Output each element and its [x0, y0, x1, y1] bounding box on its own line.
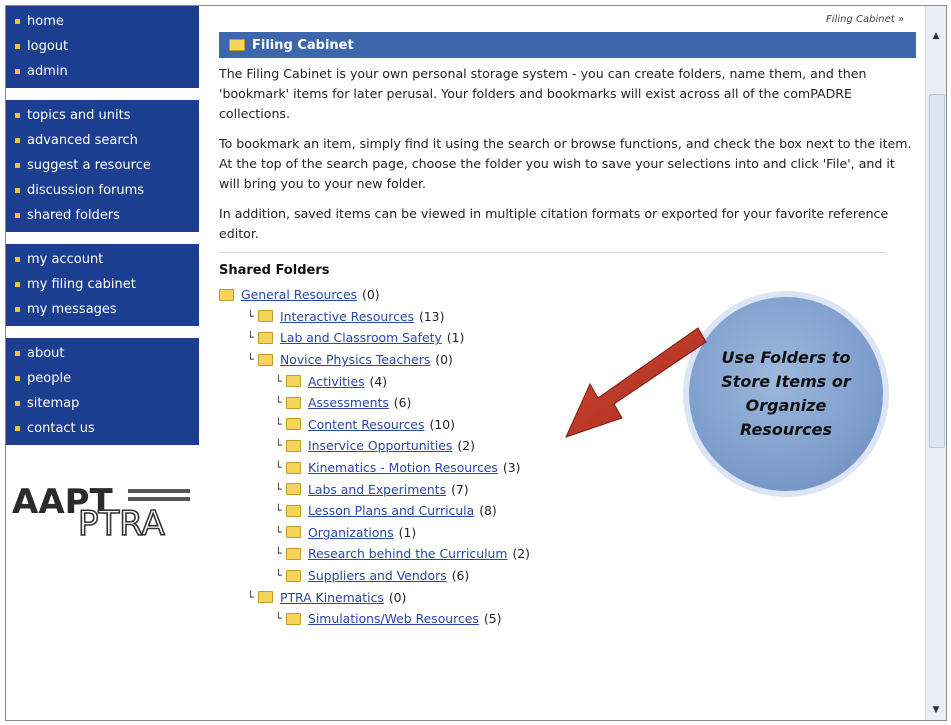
scroll-up-icon[interactable]: ▲ — [926, 26, 946, 46]
browser-viewport: home logout admin topics and units advanced … — [5, 5, 947, 721]
scrollbar-thumb[interactable] — [929, 94, 945, 448]
scroll-down-icon[interactable]: ▼ — [926, 700, 946, 720]
callout-arrow — [565, 327, 707, 438]
arrow-shape — [565, 327, 707, 438]
vertical-scrollbar[interactable]: ▲ ▼ — [925, 6, 946, 720]
